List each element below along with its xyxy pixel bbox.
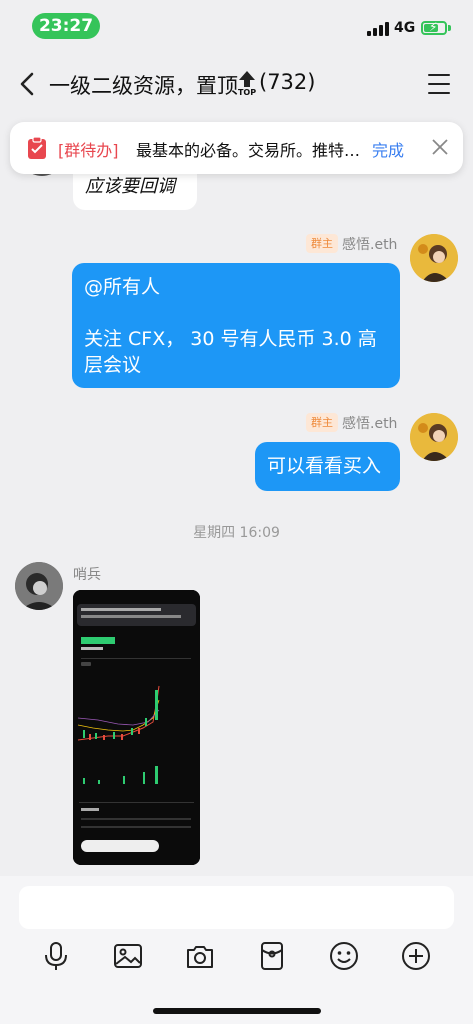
sender-name: 哨兵 — [73, 567, 101, 583]
nav-bar: 一级二级资源，置顶 TOP (732) — [0, 56, 473, 112]
status-bar: 23:27 4G ⚡ — [0, 0, 473, 56]
avatar[interactable] — [410, 234, 458, 282]
network-type: 4G — [394, 20, 416, 36]
red-packet-icon[interactable] — [256, 940, 288, 972]
avatar[interactable] — [410, 413, 458, 461]
signal-icon — [367, 22, 389, 36]
sender-row: 群主 感悟.eth — [306, 413, 406, 433]
sender-name: 感悟.eth — [342, 237, 398, 253]
avatar[interactable] — [15, 562, 63, 610]
owner-badge: 群主 — [306, 413, 338, 432]
message-line: @所有人 — [84, 276, 161, 298]
battery-icon: ⚡ — [421, 20, 447, 35]
battery-cap — [448, 25, 451, 31]
member-count: (732) — [259, 70, 316, 94]
sender-row: 群主 感悟.eth — [306, 234, 406, 254]
top-badge-label: TOP — [237, 88, 257, 97]
camera-icon[interactable] — [184, 940, 216, 972]
message-line: 关注 CFX， 30 号有人民币 3.0 高 — [84, 328, 377, 350]
clipboard-icon — [28, 136, 46, 159]
screenshot-image[interactable] — [73, 590, 200, 865]
message-input[interactable] — [19, 886, 454, 929]
home-indicator[interactable] — [153, 1008, 321, 1014]
microphone-icon[interactable] — [40, 940, 72, 972]
todo-tag: [群待办] — [58, 141, 119, 160]
owner-badge: 群主 — [306, 234, 338, 253]
time-divider: 星期四 16:09 — [193, 525, 280, 541]
message-bubble[interactable]: 可以看看买入 — [255, 442, 400, 491]
message-line — [84, 300, 388, 326]
todo-done-button[interactable]: 完成 — [372, 137, 404, 161]
plus-icon[interactable] — [400, 940, 432, 972]
input-area — [0, 876, 473, 1024]
status-time: 23:27 — [32, 13, 100, 39]
pinned-top-icon: TOP — [237, 70, 257, 98]
sender-name: 感悟.eth — [342, 416, 398, 432]
close-icon[interactable] — [431, 138, 449, 156]
message-line: 层会议 — [84, 354, 142, 376]
todo-text: 最基本的必备。交易所。推特… — [136, 141, 361, 160]
message-bubble[interactable]: @所有人 关注 CFX， 30 号有人民币 3.0 高 层会议 — [72, 263, 400, 388]
emoji-icon[interactable] — [328, 940, 360, 972]
image-icon[interactable] — [112, 940, 144, 972]
back-icon[interactable] — [14, 68, 42, 100]
group-title[interactable]: 一级二级资源，置顶 — [49, 70, 238, 100]
group-todo-banner[interactable]: [群待办] 最基本的必备。交易所。推特… 完成 — [10, 122, 463, 174]
menu-icon[interactable] — [428, 74, 450, 94]
